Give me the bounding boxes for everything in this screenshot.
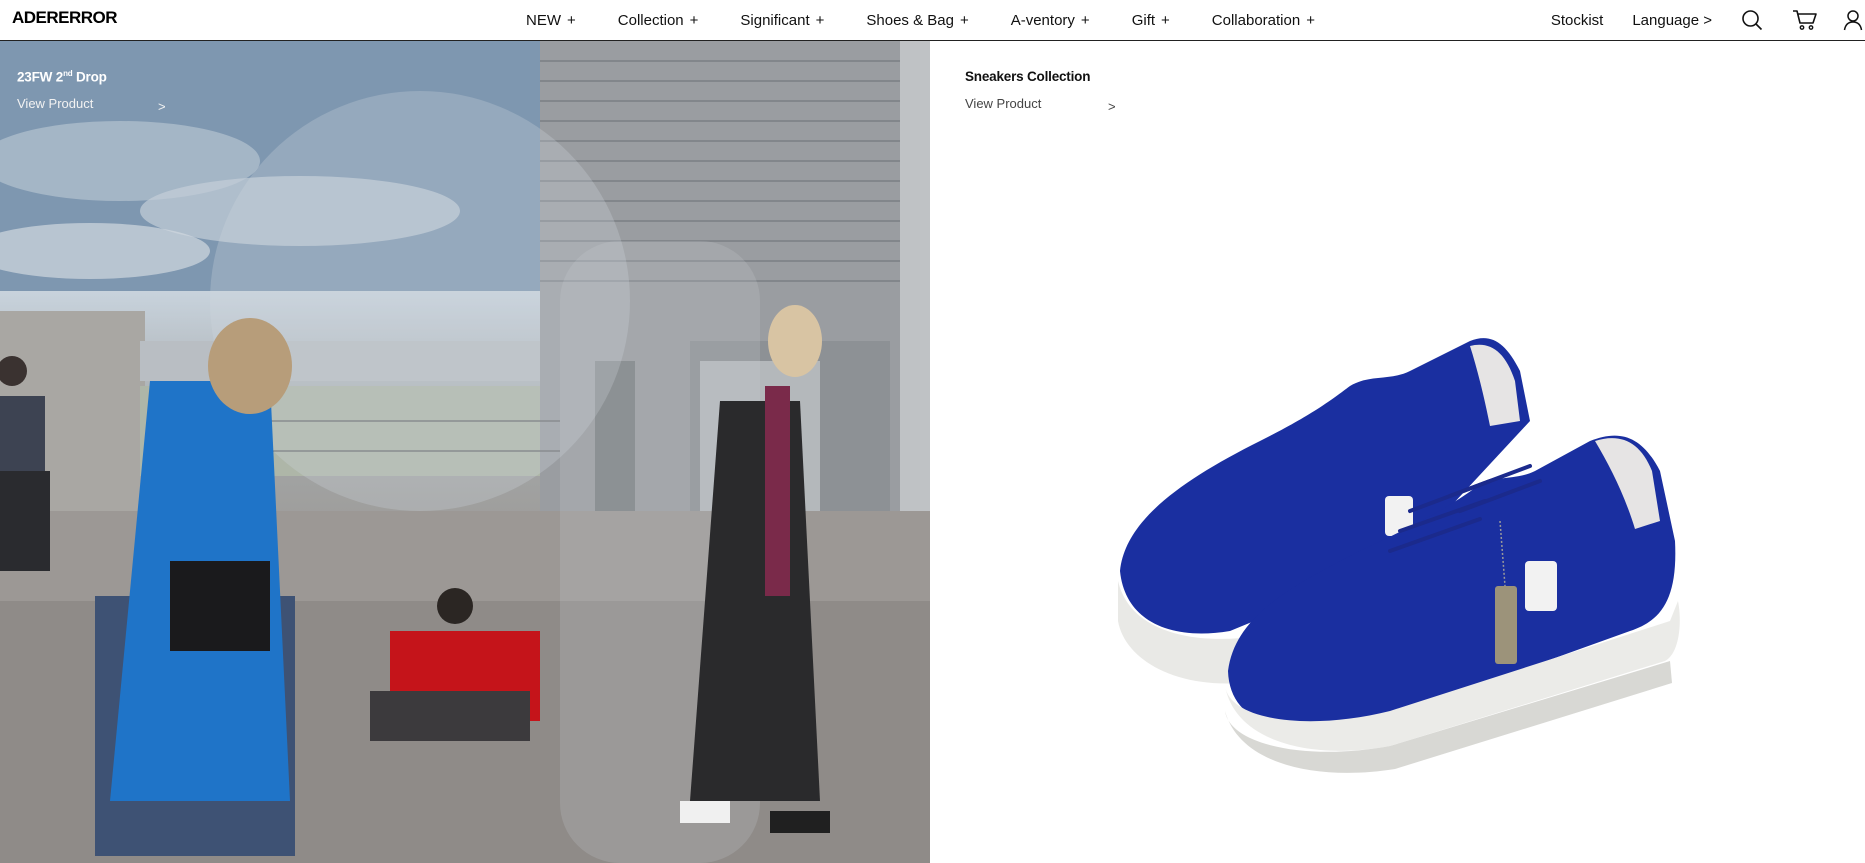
language-selector[interactable]: Language > [1632,12,1712,29]
nav-label: Collaboration [1211,11,1301,29]
plus-icon: + [959,11,969,29]
campaign-arrow-icon[interactable]: > [158,99,166,114]
cart-icon[interactable] [1792,9,1818,31]
plus-icon: + [1080,11,1090,29]
plus-icon: + [1306,11,1315,29]
nav-label: A-ventory [1010,11,1075,29]
nav-label: NEW [526,11,561,29]
campaign-title-end: Drop [72,69,107,85]
nav-item-shoes-bag[interactable]: Shoes & Bag + [866,12,968,29]
nav-item-significant[interactable]: Significant + [740,12,824,29]
nav-label: Collection [617,11,684,29]
plus-icon: + [689,11,699,29]
main-nav: NEW + Collection + Significant + Shoes & Ba… [526,0,1315,40]
nav-label: Shoes & Bag [866,11,954,29]
plus-icon: + [567,11,576,29]
nav-item-gift[interactable]: Gift + [1132,12,1170,29]
brand-logo[interactable]: ADERERROR [12,8,118,28]
sneakers-banner[interactable]: Sneakers Collection View Product > [930,41,1865,863]
nav-item-collection[interactable]: Collection + [618,12,699,29]
nav-item-collaboration[interactable]: Collaboration + [1212,12,1315,29]
nav-item-new[interactable]: NEW + [526,12,576,29]
plus-icon: + [1161,11,1170,29]
campaign-view-product-link[interactable]: View Product [17,96,93,111]
nav-item-a-ventory[interactable]: A-ventory + [1011,12,1090,29]
campaign-banner[interactable]: 23FW 2nd Drop View Product > [0,41,930,863]
account-icon[interactable] [1843,9,1863,31]
nav-label: Significant [740,11,810,29]
stockist-link[interactable]: Stockist [1551,12,1604,29]
nav-label: Gift [1131,11,1156,29]
plus-icon: + [815,11,825,29]
campaign-photo [0,41,930,863]
sneakers-image [1118,338,1680,773]
campaign-title-main: 23FW 2 [17,69,64,85]
search-icon[interactable] [1741,9,1763,31]
site-header: ADERERROR NEW + Collection + Significant + … [0,0,1865,41]
header-tools: Stockist Language > [1551,0,1865,40]
campaign-title: 23FW 2nd Drop [17,69,107,85]
